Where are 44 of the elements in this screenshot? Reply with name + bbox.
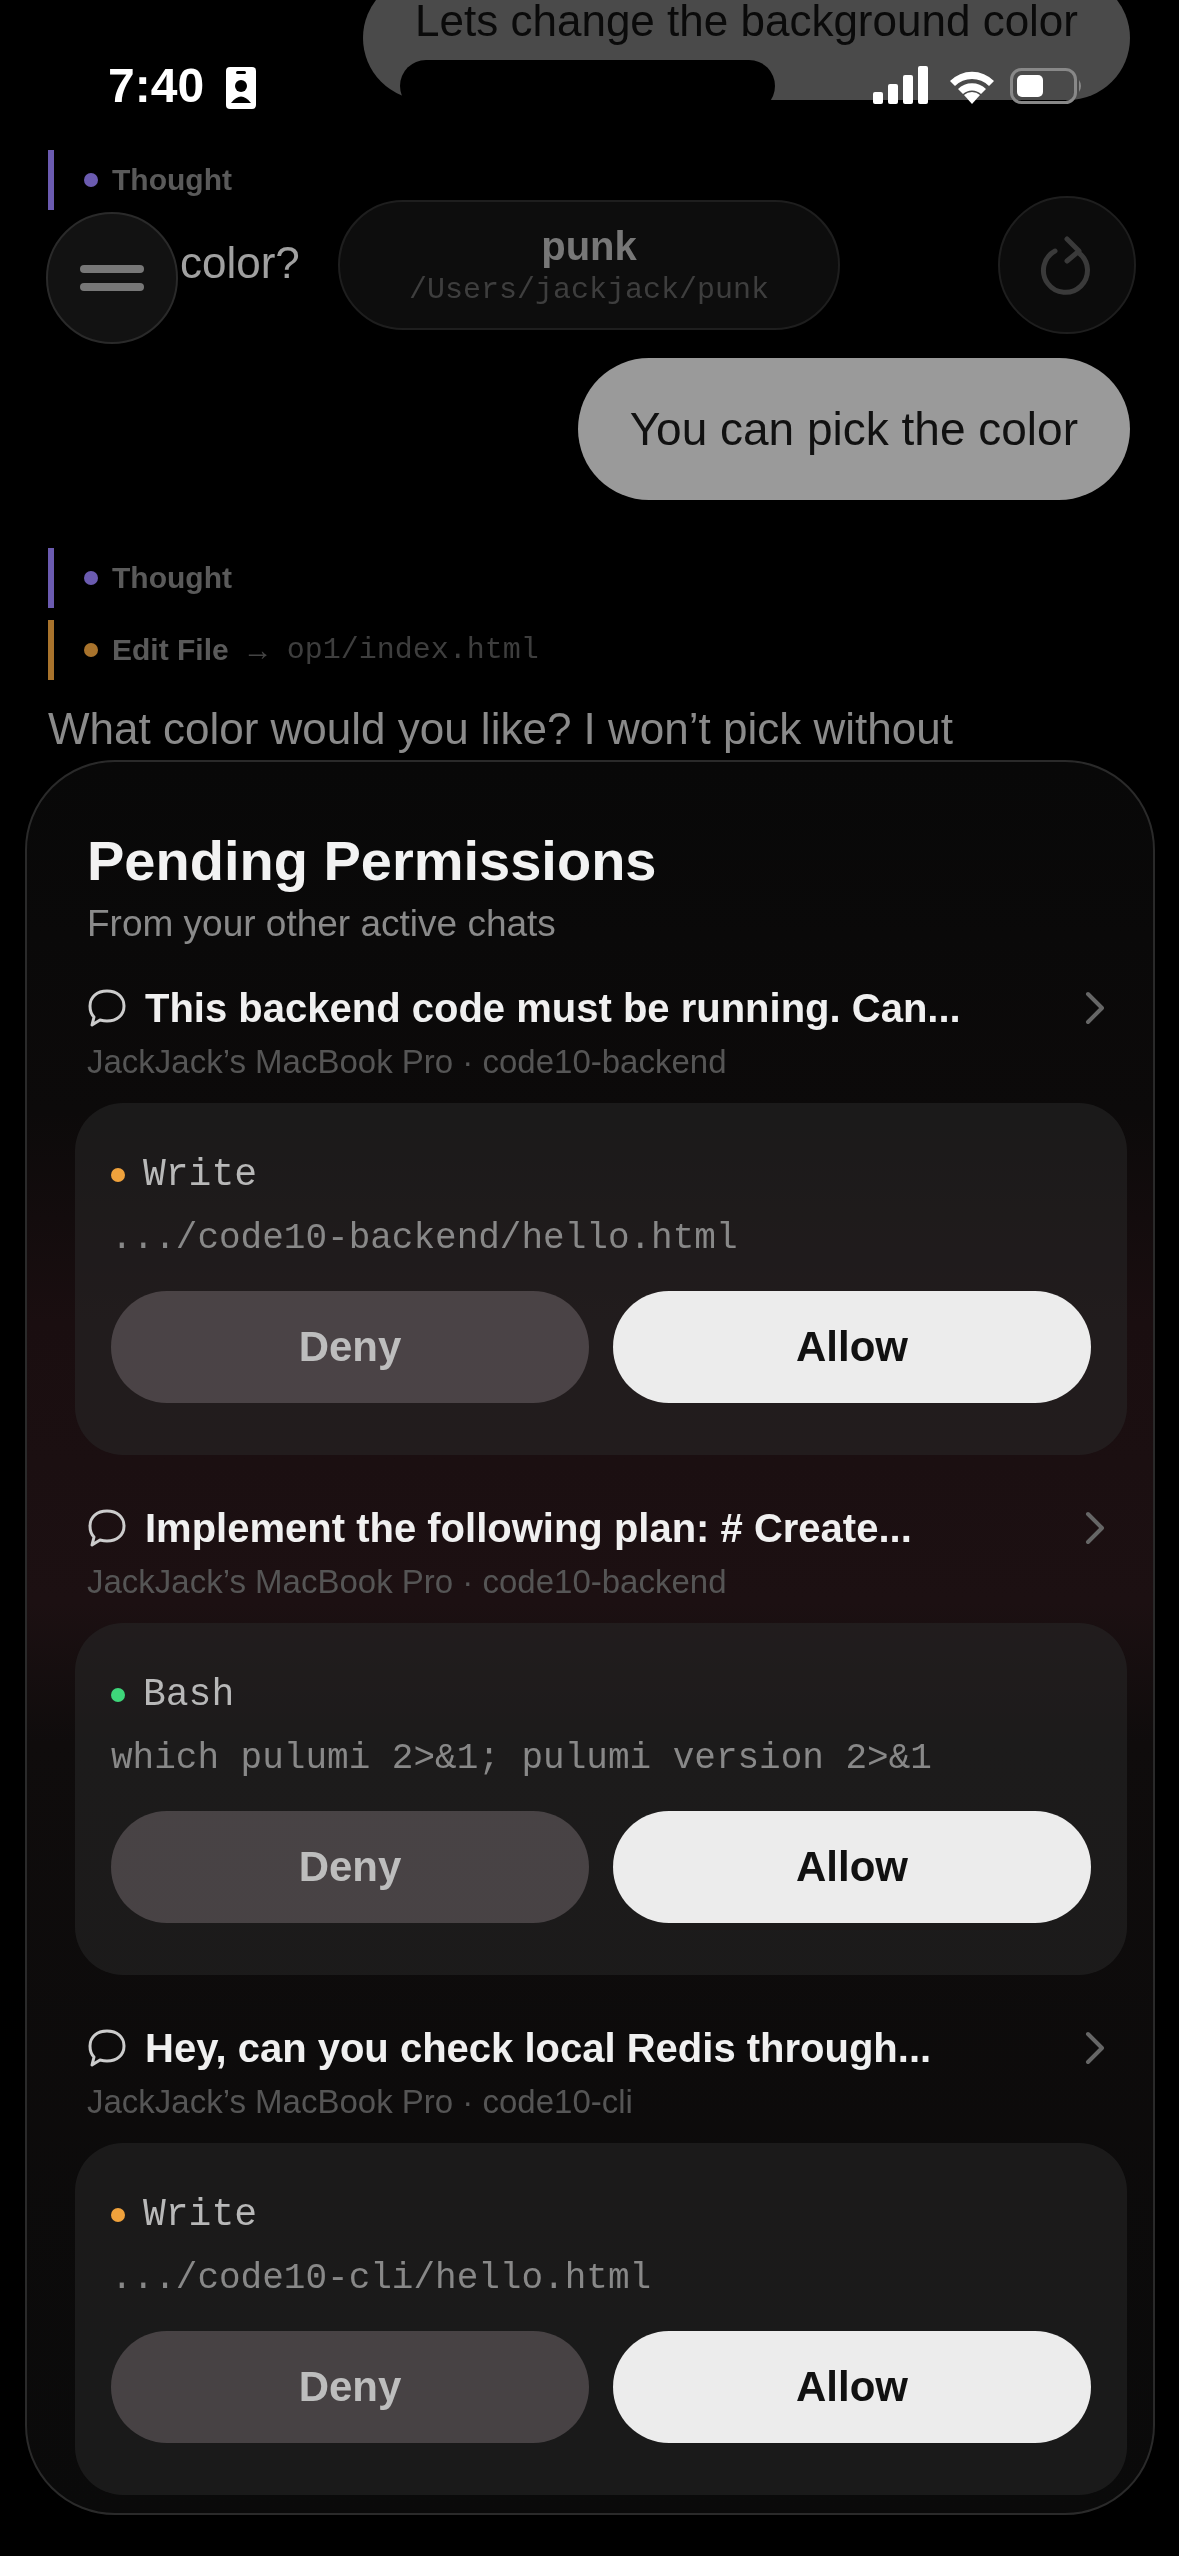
id-badge-icon <box>225 66 257 110</box>
deny-button[interactable]: Deny <box>111 1291 589 1403</box>
tool-detail: .../code10-backend/hello.html <box>111 1218 739 1259</box>
tool-detail: .../code10-cli/hello.html <box>111 2258 653 2299</box>
status-dot <box>84 643 98 657</box>
speech-bubble-icon <box>87 2028 127 2068</box>
tool-name: Bash <box>143 1673 235 1716</box>
chat-title-link[interactable]: Implement the following plan: # Create... <box>145 1505 1067 1551</box>
tool-label: Thought <box>112 561 232 595</box>
chevron-right-icon[interactable] <box>1085 1511 1105 1545</box>
chat-source: JackJack’s MacBook Pro · code10-backend <box>87 1043 728 1081</box>
tool-name: Write <box>143 2193 258 2236</box>
allow-button[interactable]: Allow <box>613 1811 1091 1923</box>
session-title: punk <box>541 223 637 269</box>
chat-source: JackJack’s MacBook Pro · code10-cli <box>87 2083 634 2121</box>
battery-icon <box>1010 68 1084 104</box>
tool-detail: which pulumi 2>&1; pulumi version 2>&1 <box>111 1738 933 1779</box>
sheet-subtitle: From your other active chats <box>87 903 557 945</box>
arrow-glyph: → <box>242 633 273 667</box>
tool-name: Write <box>143 1153 258 1196</box>
file-path: op1/index.html <box>286 633 539 667</box>
status-dot <box>84 173 98 187</box>
sheet-title: Pending Permissions <box>87 828 658 893</box>
chevron-right-icon[interactable] <box>1085 2031 1105 2065</box>
deny-button[interactable]: Deny <box>111 1811 589 1923</box>
deny-button[interactable]: Deny <box>111 2331 589 2443</box>
chat-title-link[interactable]: Hey, can you check local Redis through... <box>145 2025 1067 2071</box>
chat-title-link[interactable]: This backend code must be running. Can... <box>145 985 1067 1031</box>
chevron-right-icon[interactable] <box>1085 991 1105 1025</box>
allow-button[interactable]: Allow <box>613 1291 1091 1403</box>
allow-button[interactable]: Allow <box>613 2331 1091 2443</box>
chat-source: JackJack’s MacBook Pro · code10-backend <box>87 1563 728 1601</box>
tool-label: Edit File <box>112 633 229 667</box>
speech-bubble-icon <box>87 1508 127 1548</box>
status-dot <box>84 571 98 585</box>
tool-label: Thought <box>112 163 232 197</box>
assistant-message: What color would you like? I won’t pick without <box>48 703 954 755</box>
status-time: 7:40 <box>108 58 205 113</box>
user-message-bubble: You can pick the color <box>577 358 1130 500</box>
tool-entry[interactable]: Edit File → op1/index.html <box>48 620 539 680</box>
speech-bubble-icon <box>87 988 127 1028</box>
assistant-message: color? <box>180 237 300 289</box>
signal-icon <box>873 66 929 104</box>
tool-entry[interactable]: Thought <box>48 548 232 608</box>
